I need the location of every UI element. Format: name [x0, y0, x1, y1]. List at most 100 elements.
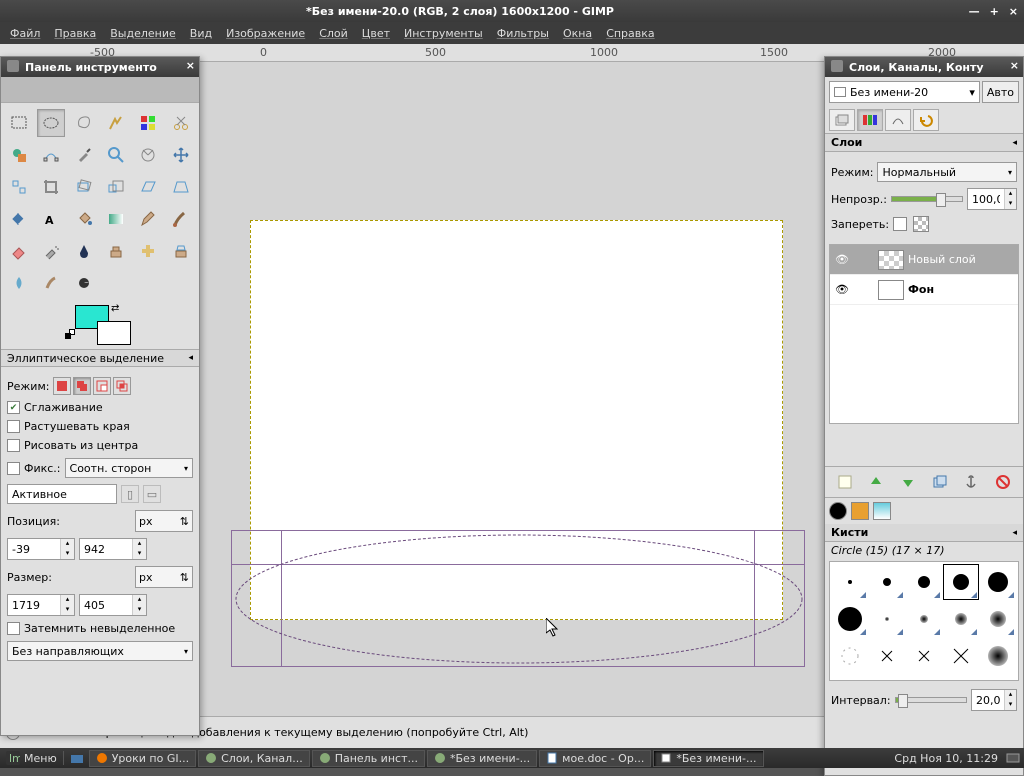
- layers-section-header[interactable]: Слои ◂: [825, 134, 1023, 152]
- size-w[interactable]: ▴▾: [7, 594, 75, 616]
- perspective-clone-tool[interactable]: [167, 237, 195, 265]
- airbrush-tool[interactable]: [37, 237, 65, 265]
- maximize-icon[interactable]: +: [990, 5, 999, 18]
- brush-item[interactable]: [943, 564, 979, 600]
- by-color-select-tool[interactable]: [134, 109, 162, 137]
- taskbar-item[interactable]: *Без имени-...: [427, 750, 537, 767]
- interval-slider[interactable]: [895, 697, 967, 703]
- ink-tool[interactable]: [70, 237, 98, 265]
- brush-item[interactable]: [980, 601, 1016, 637]
- raise-layer-button[interactable]: [865, 471, 887, 493]
- scissors-select-tool[interactable]: [167, 109, 195, 137]
- opacity-value[interactable]: ▴▾: [967, 188, 1017, 210]
- menu-filters[interactable]: Фильтры: [491, 25, 555, 42]
- menu-colors[interactable]: Цвет: [356, 25, 396, 42]
- start-menu[interactable]: lm Меню: [0, 751, 64, 765]
- measure-tool[interactable]: [134, 141, 162, 169]
- expand-icon[interactable]: ◂: [1012, 138, 1017, 148]
- brush-item[interactable]: [906, 564, 942, 600]
- show-desktop-icon[interactable]: [70, 751, 84, 765]
- tab-paths-icon[interactable]: [885, 109, 911, 131]
- brush-item[interactable]: [980, 638, 1016, 674]
- taskbar-item[interactable]: *Без имени-...: [653, 750, 763, 767]
- menu-help[interactable]: Справка: [600, 25, 660, 42]
- clock[interactable]: Срд Ноя 10, 11:29: [886, 752, 1006, 765]
- brush-item[interactable]: [832, 601, 868, 637]
- menu-image[interactable]: Изображение: [220, 25, 311, 42]
- ellipse-select-tool[interactable]: [37, 109, 65, 137]
- tray-icon[interactable]: [1006, 751, 1020, 765]
- taskbar-item[interactable]: Слои, Канал...: [198, 750, 310, 767]
- mode-replace[interactable]: [53, 377, 71, 395]
- antialias-checkbox[interactable]: ✔: [7, 401, 20, 414]
- blur-tool[interactable]: [5, 269, 33, 297]
- anchor-layer-button[interactable]: [960, 471, 982, 493]
- tab-brushes-icon[interactable]: [829, 502, 847, 520]
- tab-layers-icon[interactable]: [829, 109, 855, 131]
- eraser-tool[interactable]: [5, 237, 33, 265]
- layer-name[interactable]: Новый слой: [908, 253, 976, 266]
- paths-tool[interactable]: [37, 141, 65, 169]
- lower-layer-button[interactable]: [897, 471, 919, 493]
- interval-value[interactable]: ▴▾: [971, 689, 1017, 711]
- brush-item[interactable]: [980, 564, 1016, 600]
- move-tool[interactable]: [167, 141, 195, 169]
- position-y[interactable]: ▴▾: [79, 538, 147, 560]
- taskbar-item[interactable]: Панель инст...: [312, 750, 425, 767]
- close-icon[interactable]: ×: [186, 59, 195, 72]
- taskbar-item[interactable]: Уроки по GI...: [89, 750, 196, 767]
- shear-tool[interactable]: [134, 173, 162, 201]
- align-tool[interactable]: [5, 173, 33, 201]
- image-selector[interactable]: Без имени-20 ▾: [829, 81, 980, 103]
- swap-colors-icon[interactable]: ⇄: [111, 303, 119, 314]
- layer-thumbnail[interactable]: [878, 280, 904, 300]
- brush-item[interactable]: [869, 564, 905, 600]
- guides-select[interactable]: Без направляющих▾: [7, 641, 193, 661]
- fixed-checkbox[interactable]: [7, 462, 20, 475]
- layer-name[interactable]: Фон: [908, 283, 934, 296]
- brush-grid[interactable]: [829, 561, 1019, 681]
- foreground-select-tool[interactable]: [5, 141, 33, 169]
- from-center-checkbox[interactable]: [7, 439, 20, 452]
- bucket-fill-tool[interactable]: [70, 205, 98, 233]
- orientation-landscape[interactable]: ▭: [143, 485, 161, 503]
- tab-channels-icon[interactable]: [857, 109, 883, 131]
- brush-item[interactable]: [906, 638, 942, 674]
- pencil-tool[interactable]: [134, 205, 162, 233]
- brush-item[interactable]: [943, 601, 979, 637]
- color-picker-tool[interactable]: [70, 141, 98, 169]
- menu-layer[interactable]: Слой: [313, 25, 354, 42]
- heal-tool[interactable]: [134, 237, 162, 265]
- expand-icon[interactable]: ◂: [1012, 528, 1017, 538]
- position-unit[interactable]: px⇅: [135, 510, 193, 532]
- tab-gradients-icon[interactable]: [873, 502, 891, 520]
- perspective-tool[interactable]: [167, 173, 195, 201]
- layer-thumbnail[interactable]: [878, 250, 904, 270]
- brushes-section-header[interactable]: Кисти ◂: [825, 524, 1023, 542]
- clone-tool[interactable]: [102, 237, 130, 265]
- crop-tool[interactable]: [37, 173, 65, 201]
- layers-panel-title[interactable]: Слои, Каналы, Конту ×: [825, 57, 1023, 77]
- rotate-tool[interactable]: [70, 173, 98, 201]
- toolbox-title[interactable]: Панель инструменто ×: [1, 57, 199, 77]
- menu-edit[interactable]: Правка: [48, 25, 102, 42]
- brush-item[interactable]: [869, 601, 905, 637]
- auto-button[interactable]: Авто: [982, 81, 1019, 103]
- default-colors-icon[interactable]: [65, 329, 75, 339]
- smudge-tool[interactable]: [37, 269, 65, 297]
- ellipse-bounding-box[interactable]: [231, 530, 805, 667]
- close-icon[interactable]: ×: [1009, 5, 1018, 18]
- fuzzy-select-tool[interactable]: [102, 109, 130, 137]
- delete-layer-button[interactable]: [992, 471, 1014, 493]
- text-tool[interactable]: A: [37, 205, 65, 233]
- menubar[interactable]: Файл Правка Выделение Вид Изображение Сл…: [0, 22, 1024, 44]
- tab-undo-icon[interactable]: [913, 109, 939, 131]
- flip-tool[interactable]: [5, 205, 33, 233]
- minimize-icon[interactable]: [831, 60, 843, 72]
- menu-select[interactable]: Выделение: [104, 25, 182, 42]
- layer-row[interactable]: 👁 Новый слой: [830, 245, 1018, 275]
- visibility-eye-icon[interactable]: 👁: [830, 283, 854, 296]
- menu-tools[interactable]: Инструменты: [398, 25, 489, 42]
- brush-item[interactable]: [832, 564, 868, 600]
- brush-item[interactable]: [943, 638, 979, 674]
